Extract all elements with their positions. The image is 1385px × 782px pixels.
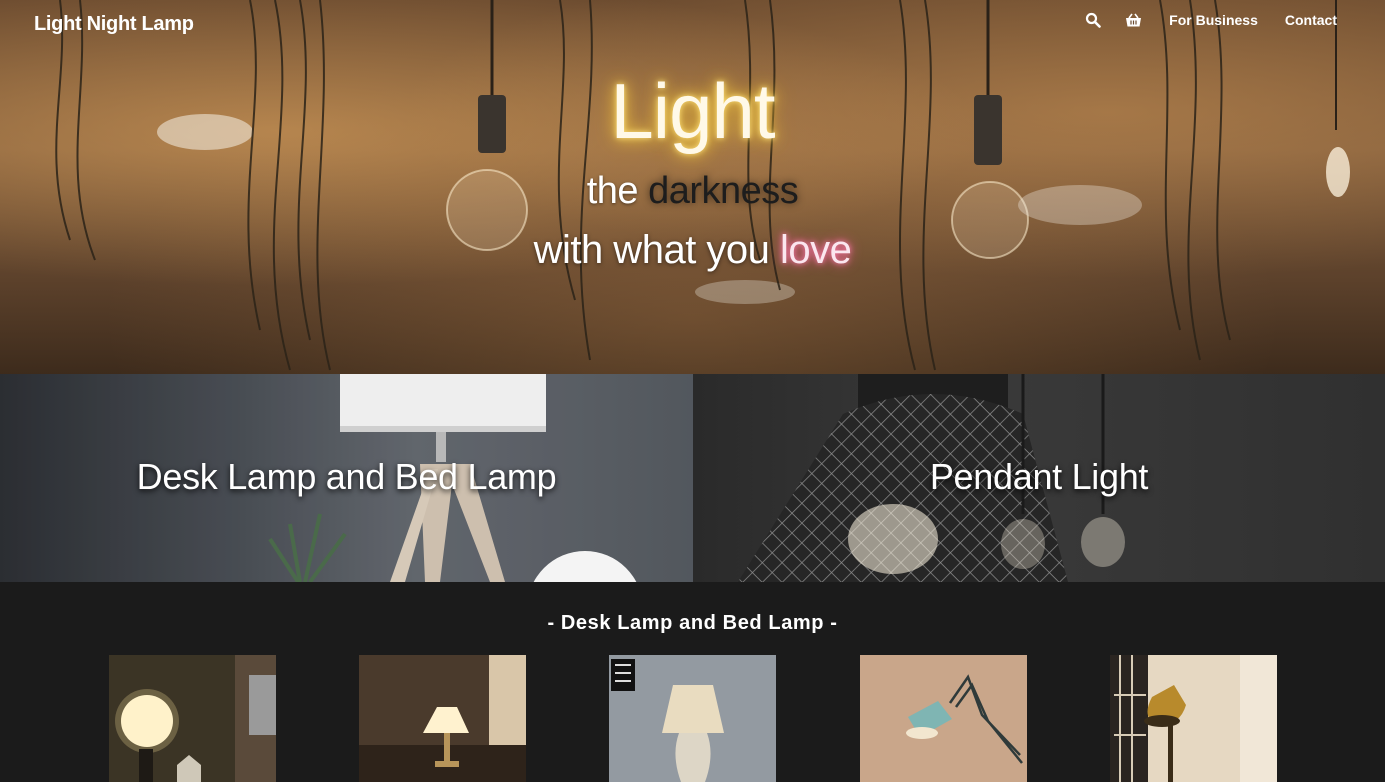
- ceramic-lamp-image: [609, 655, 776, 782]
- category-title-desk-lamp: Desk Lamp and Bed Lamp: [136, 456, 557, 497]
- category-tile-desk-lamp[interactable]: Desk Lamp and Bed Lamp: [0, 374, 693, 582]
- basket-icon[interactable]: [1124, 11, 1142, 29]
- hero-banner: Light Night Lamp For Business Contact Li…: [0, 0, 1385, 374]
- search-icon[interactable]: [1084, 11, 1102, 29]
- hero-text-darkness: darkness: [648, 170, 799, 212]
- table-lamp-image: [359, 655, 526, 782]
- hero-headline-love: with what you love: [0, 228, 1385, 273]
- hero-headline-darkness: the darkness: [0, 170, 1385, 213]
- product-thumbnail-ceramic-lamp[interactable]: [609, 655, 776, 782]
- brand-logo[interactable]: Light Night Lamp: [34, 13, 194, 36]
- product-thumbnail-globe-lamp[interactable]: [109, 655, 276, 782]
- nav-link-for-business[interactable]: For Business: [1169, 12, 1258, 28]
- brass-lamp-image: [1110, 655, 1277, 782]
- hero-text-the: the: [586, 170, 649, 212]
- category-title-pendant-light: Pendant Light: [929, 456, 1149, 497]
- product-thumbnail-architect-lamp[interactable]: [860, 655, 1027, 782]
- hero-headline-light: Light: [610, 67, 775, 155]
- section-title: - Desk Lamp and Bed Lamp -: [547, 612, 838, 634]
- nav-link-contact[interactable]: Contact: [1285, 12, 1337, 28]
- globe-lamp-image: [109, 655, 276, 782]
- architect-lamp-image: [860, 655, 1027, 782]
- hero-text-with-what-you: with what you: [533, 228, 781, 272]
- hero-text-love: love: [780, 228, 852, 272]
- product-thumbnail-brass-lamp[interactable]: [1110, 655, 1277, 782]
- products-section: - Desk Lamp and Bed Lamp -: [0, 582, 1385, 782]
- product-thumbnail-table-lamp[interactable]: [359, 655, 526, 782]
- main-nav: For Business Contact: [1084, 11, 1337, 29]
- category-tile-pendant-light[interactable]: Pendant Light: [693, 374, 1385, 582]
